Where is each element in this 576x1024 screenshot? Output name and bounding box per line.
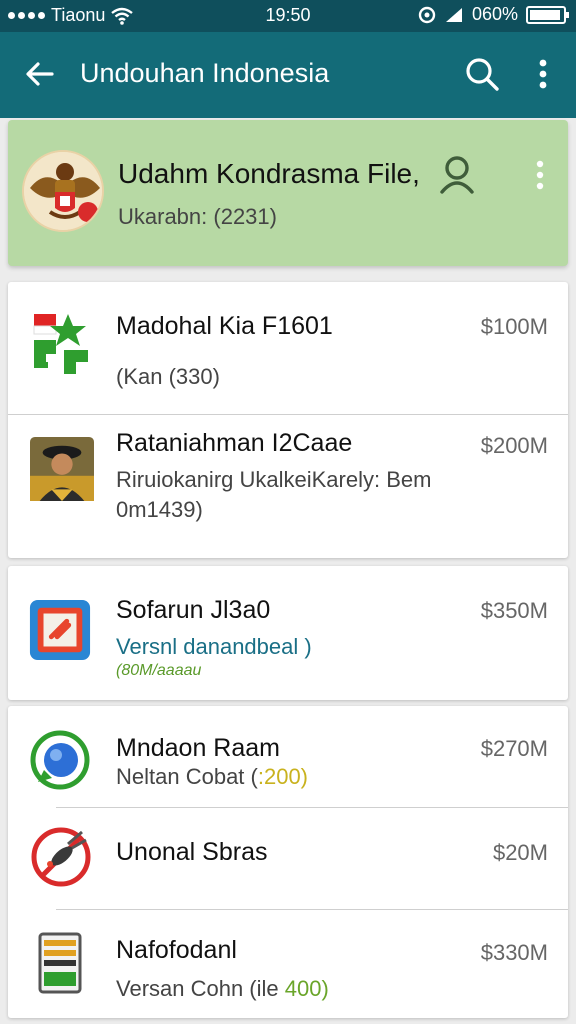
item-subtitle-text: Versan Cohn (ile [116,976,285,1001]
item-subtitle: Neltan Cobat (:200) [116,764,308,790]
item-subtitle-highlight: 400) [284,976,329,1001]
indonesia-puzzle-icon [33,314,88,374]
battery-icon [526,5,569,24]
header-title: Udahm Kondrasma File, [118,158,420,189]
list-item[interactable]: Rataniahman I2Caae Riruiokanirg UkalkeiK… [8,415,568,558]
download-card-2: Sofarun Jl3a0 Versnl danandbeal ) (80M/a… [8,566,568,700]
item-subtitle: Versan Cohn (ile 400) [116,976,329,1002]
back-arrow-icon[interactable] [22,56,58,92]
app-document-icon [29,599,91,661]
cell-signal-icon [445,7,462,22]
download-card-1: Madohal Kia F1601 (Kan (330) $100M Ratan… [8,282,568,558]
profile-header-card: Udahm Kondrasma File, Ukarabn: (2231) [8,120,568,266]
item-title: Rataniahman I2Caae [116,429,353,457]
item-title: Nafofodanl [116,936,237,964]
garuda-emblem-avatar [22,150,104,232]
item-size: $100M [480,314,548,339]
no-pest-icon [31,827,91,887]
person-photo-icon [30,437,94,501]
item-title: Sofarun Jl3a0 [116,596,271,624]
more-vert-icon[interactable] [528,54,558,94]
battery-percent: 060% [471,4,518,24]
sync-icon [418,6,436,23]
status-bar: Tiaonu 19:50 060% [0,0,576,32]
toolbar-title: Undouhan Indonesia [80,58,330,88]
chat-bubble-icon [30,730,90,790]
item-size: $270M [480,736,548,761]
item-title: Unonal Sbras [116,838,268,866]
item-size: $350M [480,598,548,623]
item-subtitle-highlight: :200) [257,764,309,789]
item-subtitle-2: 0m1439) [116,497,203,522]
list-item[interactable]: Nafofodanl Versan Cohn (ile 400) $330M [8,910,568,1018]
list-item[interactable]: Mndaon Raam Neltan Cobat (:200) $270M [8,706,568,808]
item-title: Madohal Kia F1601 [116,312,333,340]
list-item[interactable]: Unonal Sbras $20M [8,808,568,909]
header-subtitle: Ukarabn: (2231) [118,204,277,229]
item-subtitle: Versnl danandbeal ) [116,634,312,659]
search-icon[interactable] [462,54,502,94]
file-archive-icon [38,932,82,994]
item-size: $20M [492,840,548,865]
status-right: 060% [418,4,569,25]
app-toolbar: Undouhan Indonesia [0,32,576,118]
list-item[interactable]: Sofarun Jl3a0 Versnl danandbeal ) (80M/a… [8,566,568,700]
item-title: Mndaon Raam [116,734,280,762]
item-subtitle: Riruiokanirg UkalkeiKarely: Bem [116,467,432,492]
user-icon[interactable] [438,154,476,196]
item-subtitle: (Kan (330) [116,364,220,389]
list-item[interactable]: Madohal Kia F1601 (Kan (330) $100M [8,282,568,414]
download-card-3: Mndaon Raam Neltan Cobat (:200) $270M Un… [8,706,568,1018]
more-vert-icon[interactable] [530,156,550,196]
item-size: $200M [480,433,548,458]
item-subtitle-text: Neltan Cobat ( [116,764,258,789]
item-size: $330M [480,940,548,965]
item-subtitle-2: (80M/aaaau [116,662,202,679]
